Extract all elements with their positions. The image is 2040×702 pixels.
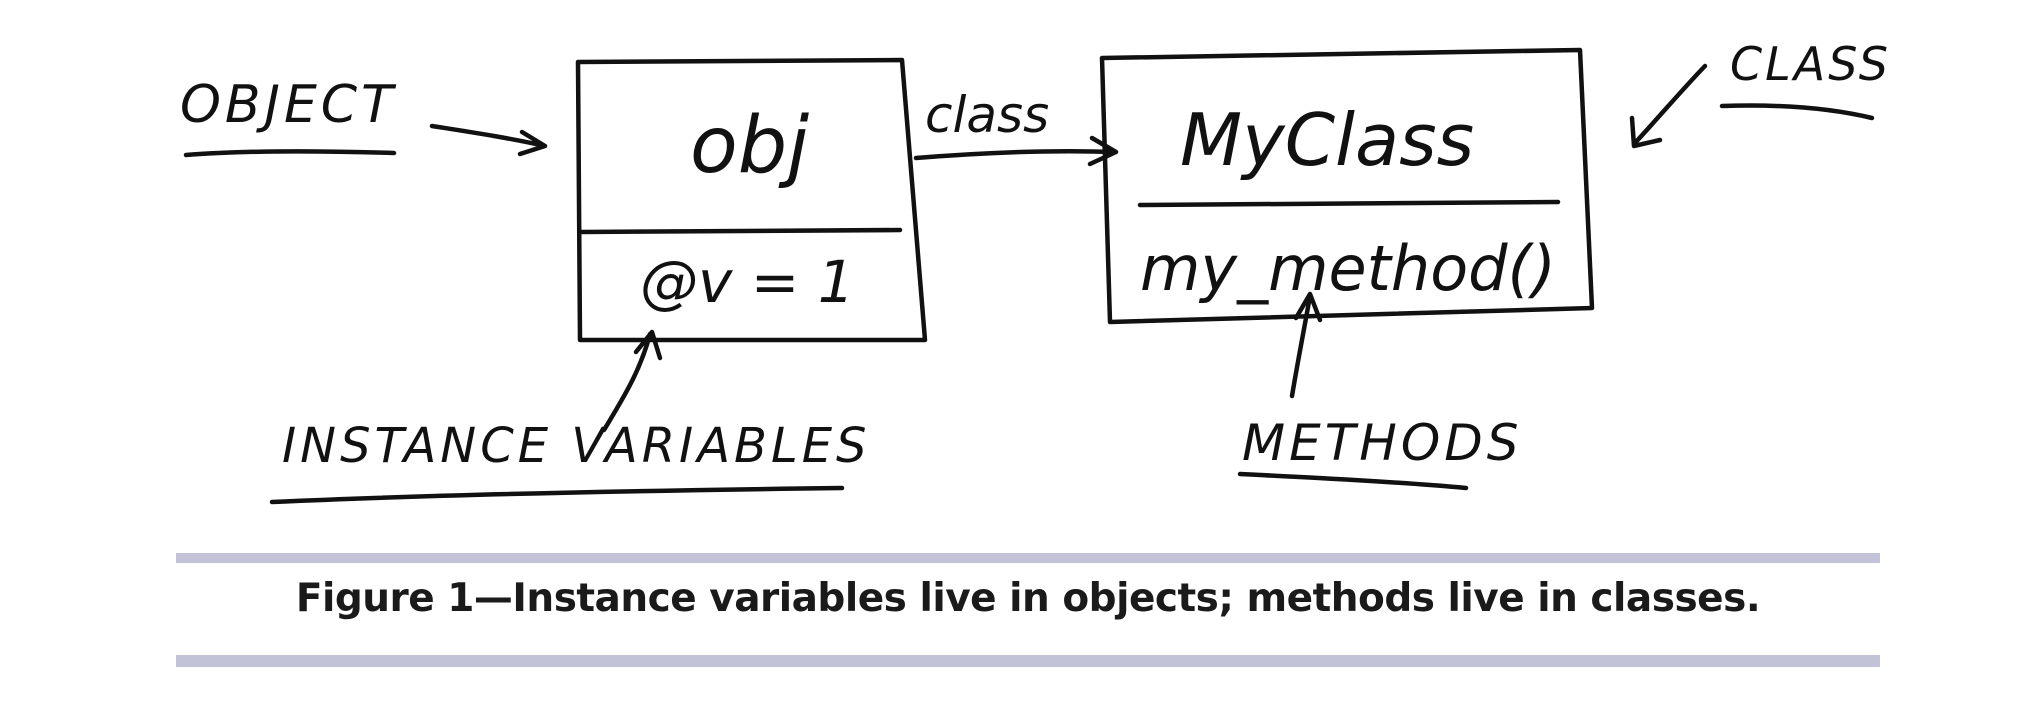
object-label: OBJECT [180, 75, 397, 135]
class-label: CLASS [1730, 37, 1891, 91]
class-arrow-label: class [925, 86, 1049, 144]
instance-variables-underline [269, 485, 845, 505]
class-method: my_method() [1140, 232, 1556, 305]
caption-rule-bottom [176, 655, 1880, 667]
figure-caption: Figure 1—Instance variables live in obje… [295, 576, 1761, 621]
class-label-underline [1719, 103, 1875, 121]
instance-variables-arrow [601, 329, 663, 433]
object-arrow [429, 123, 548, 157]
methods-underline [1237, 471, 1469, 491]
class-arrow-pointer [1629, 63, 1708, 149]
instance-variables-label: INSTANCE VARIABLES [282, 418, 871, 474]
class-name: MyClass [1180, 98, 1474, 182]
object-name: obj [690, 101, 809, 191]
methods-label: METHODS [1242, 414, 1522, 472]
object-instance-variable: @v = 1 [640, 248, 855, 316]
methods-arrow [1289, 291, 1323, 399]
caption-rule-top [176, 553, 1880, 563]
object-label-underline [183, 149, 397, 158]
object-class-diagram: OBJECT obj @v = 1 class MyClass my_metho… [180, 37, 1891, 505]
